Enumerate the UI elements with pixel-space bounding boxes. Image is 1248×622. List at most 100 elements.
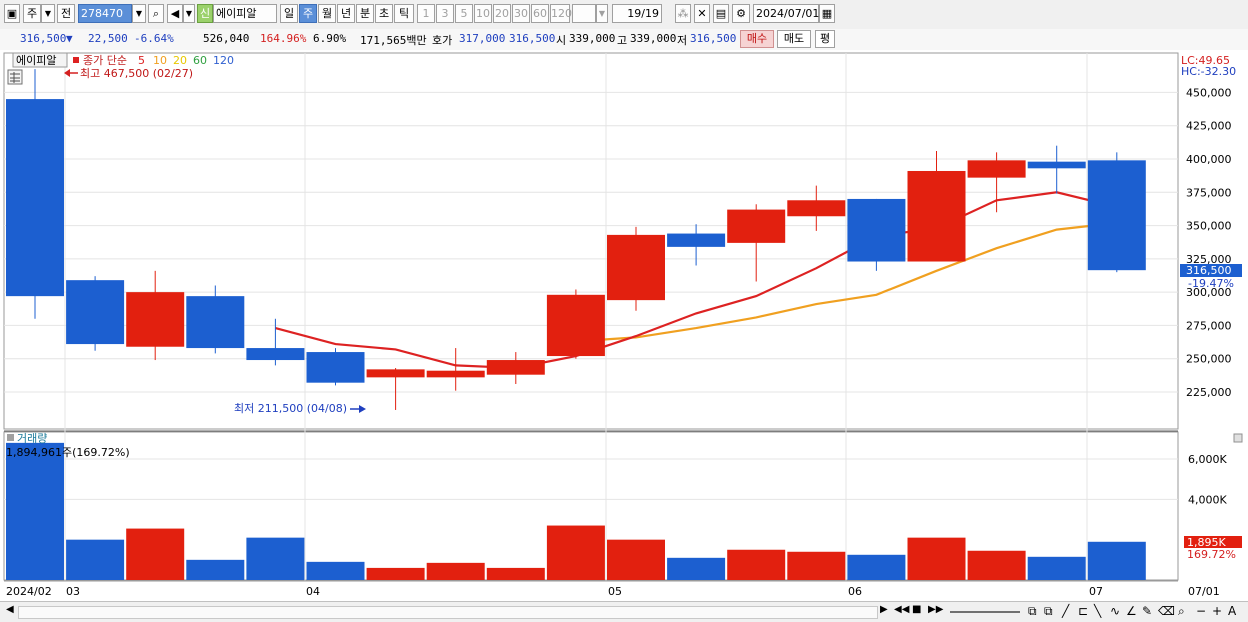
stock-name-field[interactable]: 에이피알 (213, 4, 277, 23)
line-tool-icon[interactable]: ╱ (1062, 604, 1069, 618)
period-minute-button[interactable]: 분 (356, 4, 374, 23)
avg-button[interactable]: 평 (815, 30, 835, 48)
x-label-may: 05 (608, 585, 622, 598)
speaker-dropdown-icon[interactable]: ▼ (183, 4, 195, 23)
legend-ma-marker (73, 57, 79, 63)
eraser-tool-icon[interactable]: ⌫ (1158, 604, 1175, 618)
period-select[interactable]: 주 (23, 4, 41, 23)
save-icon[interactable]: ▤ (713, 4, 729, 23)
search-icon[interactable]: ⌕ (148, 4, 164, 23)
legend-ma20: 20 (173, 54, 187, 67)
candle-body (366, 369, 425, 378)
period-month-button[interactable]: 월 (318, 4, 336, 23)
legend-ma-label: 종가 단순 (83, 54, 127, 67)
interval-120-button[interactable]: 120 (550, 4, 572, 23)
x-label-feb: 2024/02 (6, 585, 52, 598)
rewind-icon[interactable]: ◀◀ (894, 604, 909, 615)
volume-panel-close-icon[interactable] (1233, 433, 1243, 443)
pen-tool-icon[interactable]: ✎ (1142, 604, 1152, 618)
horizontal-scrollbar[interactable] (18, 606, 878, 619)
interval-30-button[interactable]: 30 (512, 4, 530, 23)
fib-tool-icon[interactable]: ⊏ (1078, 604, 1088, 618)
period-tick-button[interactable]: 틱 (394, 4, 414, 23)
interval-custom-input[interactable] (572, 4, 596, 23)
fast-forward-icon[interactable]: ▶▶ (928, 604, 943, 615)
chart-area[interactable]: 450,000 425,000 400,000 375,000 350,000 325,0… (0, 50, 1248, 601)
count-total: /19 (641, 7, 659, 20)
current-price-axis-label: 316,500 (1186, 264, 1232, 277)
price-tick-label: 275,000 (1186, 319, 1232, 332)
period-second-button[interactable]: 초 (375, 4, 393, 23)
count-input[interactable]: 19/19 (612, 4, 662, 23)
zoom-search-icon[interactable]: ⌕ (1178, 604, 1185, 619)
candle-body (186, 296, 245, 349)
wave-tool-icon[interactable]: ∿ (1110, 604, 1120, 618)
volume-title: 거래량 (17, 432, 47, 445)
low-label: 저 (677, 34, 688, 47)
chart-split-icon[interactable]: ⧉ (1028, 604, 1037, 619)
x-axis-band (4, 581, 1178, 601)
interval-1-button[interactable]: 1 (417, 4, 435, 23)
high-annotation: 최고 467,500 (02/27) (80, 67, 193, 80)
price-tick-label: 450,000 (1186, 86, 1232, 99)
stock-code-input[interactable]: 278470 (78, 4, 132, 23)
zoom-in-icon[interactable]: + (1212, 604, 1222, 618)
date-input[interactable]: 2024/07/01 (753, 4, 819, 23)
candle-body (847, 198, 906, 262)
candle-body (1027, 161, 1086, 169)
high-price: 339,000 (630, 32, 677, 45)
table-icon[interactable] (7, 69, 23, 85)
interval-10-button[interactable]: 10 (474, 4, 492, 23)
current-price: 316,500 (20, 32, 67, 45)
interval-dropdown-icon[interactable]: ▼ (596, 4, 608, 23)
volume-bar (6, 442, 64, 580)
candle-body (486, 360, 545, 375)
interval-20-button[interactable]: 20 (493, 4, 511, 23)
price-tick-label: 425,000 (1186, 120, 1232, 133)
code-dropdown-icon[interactable]: ▼ (132, 4, 146, 23)
zoom-out-icon[interactable]: − (1196, 604, 1206, 618)
chart-compare-icon[interactable]: ⧉ (1044, 604, 1053, 619)
speaker-icon[interactable]: ◀ (167, 4, 183, 23)
sell-button[interactable]: 매도 (777, 30, 811, 48)
hc-value: HC:-32.30 (1181, 65, 1236, 78)
candle-body (667, 233, 726, 247)
bid-label: 호가 (432, 34, 453, 47)
prev-button[interactable]: 전 (57, 4, 75, 23)
period-day-button[interactable]: 일 (280, 4, 298, 23)
grid-icon[interactable]: ⁂ (675, 4, 691, 23)
buy-button[interactable]: 매수 (740, 30, 774, 48)
interval-5-button[interactable]: 5 (455, 4, 473, 23)
volume-value: 526,040 (203, 32, 250, 45)
interval-60-button[interactable]: 60 (531, 4, 549, 23)
period-week-button[interactable]: 주 (299, 4, 317, 23)
stock-chart[interactable]: 450,000425,000400,000375,000350,000325,0… (0, 50, 1248, 601)
bottom-scroll-bar: ◀ ▶ ◀◀ ■ ▶▶ ⧉ ⧉ ╱ ⊏ ╲ ∿ ∠ ✎ ⌫ ⌕ − + A (0, 601, 1248, 622)
candle-body (546, 294, 605, 357)
period-year-button[interactable]: 년 (337, 4, 355, 23)
auto-scale-icon[interactable]: A (1228, 604, 1236, 618)
gear-icon[interactable]: ⚙ (732, 4, 750, 23)
window-icon[interactable]: ▣ (4, 4, 20, 23)
legend-ma5: 5 (138, 54, 145, 67)
crosshair-icon[interactable]: ✕ (694, 4, 710, 23)
scroll-left-icon[interactable]: ◀ (6, 604, 14, 615)
calendar-icon[interactable]: ▦ (819, 4, 835, 23)
scroll-right-icon[interactable]: ▶ (880, 604, 888, 615)
stop-icon[interactable]: ■ (912, 604, 921, 615)
chevron-down-icon[interactable]: ▼ (41, 4, 55, 23)
legend-ma10: 10 (153, 54, 167, 67)
x-label-jun: 06 (848, 585, 862, 598)
zoom-slider[interactable] (950, 611, 1020, 613)
price-change: 22,500 (88, 32, 128, 45)
current-pct-axis-label: -19.47% (1188, 277, 1234, 290)
volume-tick-label: 6,000K (1188, 453, 1227, 466)
interval-3-button[interactable]: 3 (436, 4, 454, 23)
trend-tool-icon[interactable]: ╲ (1094, 604, 1101, 618)
candle-body (66, 280, 125, 345)
angle-tool-icon[interactable]: ∠ (1126, 604, 1137, 618)
price-tick-label: 375,000 (1186, 186, 1232, 199)
candle-body (246, 348, 305, 361)
high-label: 고 (617, 34, 628, 47)
volume-bar (546, 525, 605, 580)
